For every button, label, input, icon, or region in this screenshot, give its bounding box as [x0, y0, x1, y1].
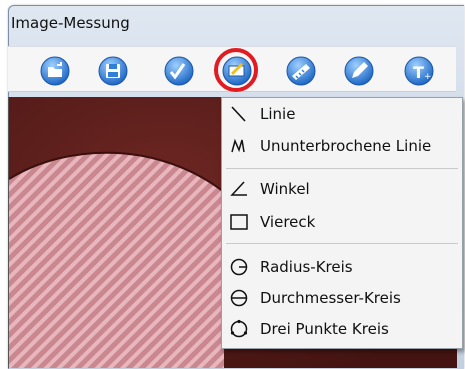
polyline-icon: [231, 138, 245, 153]
menu-item-ununterbrochene-linie[interactable]: Ununterbrochene Linie: [222, 133, 462, 159]
svg-text:+: +: [424, 72, 432, 82]
menu-item-winkel[interactable]: Winkel: [222, 176, 462, 202]
line-icon: [231, 106, 246, 122]
text-icon: T +: [404, 56, 434, 86]
menu-item-radius-kreis[interactable]: Radius-Kreis: [222, 254, 462, 280]
open-button[interactable]: [40, 56, 70, 86]
svg-text:T: T: [413, 63, 424, 82]
ruler-button[interactable]: [286, 56, 316, 86]
menu-item-drei-punkte-kreis[interactable]: Drei Punkte Kreis: [222, 316, 462, 342]
save-button[interactable]: [98, 56, 128, 86]
diameter-circle-icon: [230, 289, 248, 307]
radius-circle-icon: [230, 258, 248, 276]
ruler-icon: [286, 56, 316, 86]
highlight-ring: [214, 48, 258, 92]
angle-icon: [230, 181, 247, 196]
menu-separator: [226, 243, 458, 244]
pencil-button[interactable]: [344, 56, 374, 86]
check-button[interactable]: [164, 56, 194, 86]
menu-item-label: Drei Punkte Kreis: [260, 320, 389, 338]
menu-separator: [226, 168, 458, 169]
menu-item-label: Linie: [260, 105, 296, 123]
menu-item-label: Viereck: [260, 213, 316, 231]
menu-item-linie[interactable]: Linie: [222, 101, 462, 127]
checkmark-icon: [164, 56, 194, 86]
rectangle-icon: [230, 214, 248, 230]
three-point-circle-icon: [230, 319, 248, 338]
menu-item-label: Ununterbrochene Linie: [260, 137, 432, 155]
menu-item-durchmesser-kreis[interactable]: Durchmesser-Kreis: [222, 285, 462, 311]
menu-item-label: Winkel: [260, 180, 310, 198]
save-icon: [98, 56, 128, 86]
open-icon: [40, 56, 70, 86]
menu-item-viereck[interactable]: Viereck: [222, 209, 462, 235]
pencil-icon: [344, 56, 374, 86]
shape-menu: Linie Ununterbrochene Linie Winkel Viere…: [221, 97, 463, 349]
text-button[interactable]: T +: [404, 56, 434, 86]
menu-item-label: Durchmesser-Kreis: [260, 289, 401, 307]
window-title: Image-Messung: [11, 14, 130, 32]
menu-item-label: Radius-Kreis: [260, 258, 353, 276]
